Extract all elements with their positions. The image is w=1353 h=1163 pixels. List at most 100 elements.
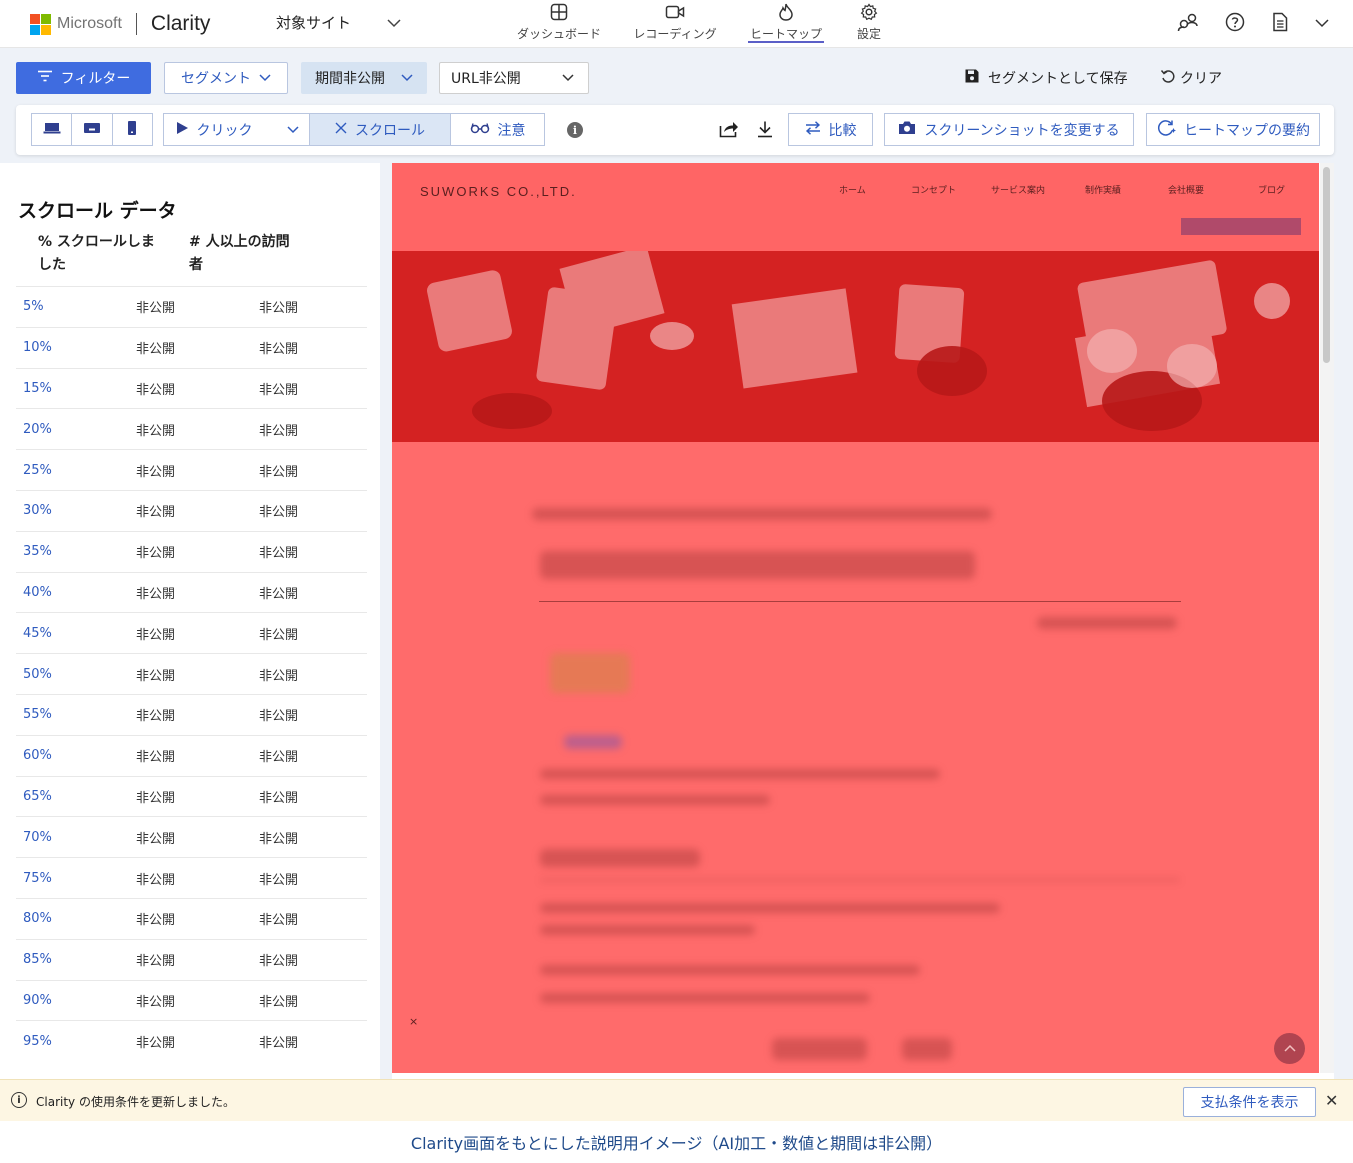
nav-dashboard[interactable]: ダッシュボード	[500, 0, 618, 48]
filter-button[interactable]: フィルター	[16, 62, 151, 94]
segment-dropdown[interactable]: セグメント	[164, 62, 288, 94]
scroll-percent: 25%	[23, 462, 52, 478]
table-row: 50% 非公開 非公開	[16, 653, 367, 694]
blurred-button	[902, 1038, 952, 1060]
share-people-icon[interactable]	[1177, 12, 1199, 36]
column-header-percent: % スクロールしました	[38, 234, 155, 273]
visitors-count: 非公開	[136, 505, 176, 521]
save-segment-button[interactable]: セグメントとして保存	[964, 68, 1128, 88]
scroll-mode-button[interactable]: スクロール	[310, 114, 451, 145]
notice-text: Clarity の使用条件を更新しました。	[36, 1095, 235, 1109]
scroll-percent: 20%	[23, 421, 52, 437]
document-icon[interactable]	[1271, 12, 1289, 36]
compare-button[interactable]: 比較	[788, 113, 873, 146]
close-icon	[335, 122, 347, 138]
notice-bar: i Clarity の使用条件を更新しました。 支払条件を表示 ✕	[0, 1079, 1353, 1121]
change-screenshot-button[interactable]: スクリーンショットを変更する	[884, 113, 1134, 146]
clear-button[interactable]: クリア	[1160, 68, 1222, 88]
visitors-count: 非公開	[136, 790, 176, 806]
scroll-percent: 5%	[23, 299, 44, 315]
table-row: 55% 非公開 非公開	[16, 693, 367, 735]
table-row: 75% 非公開 非公開	[16, 857, 367, 898]
blurred-breadcrumb	[532, 508, 992, 520]
chevron-down-icon	[286, 122, 299, 138]
clear-label: クリア	[1180, 71, 1222, 87]
visitors-count: 非公開	[136, 627, 176, 643]
preview-scrollbar[interactable]	[1320, 163, 1334, 1073]
nav-recordings-label: レコーディング	[633, 27, 717, 41]
chevron-down-icon	[387, 14, 401, 32]
main-nav: ダッシュボード レコーディング ヒートマップ 設定	[500, 0, 894, 48]
visitors-count: 非公開	[136, 668, 176, 684]
view-terms-button[interactable]: 支払条件を表示	[1183, 1087, 1316, 1117]
chevron-down-icon[interactable]	[1315, 17, 1329, 32]
save-segment-label: セグメントとして保存	[988, 71, 1128, 87]
table-row: 5% 非公開 非公開	[16, 286, 367, 327]
tablet-icon	[83, 121, 101, 139]
nav-heatmaps[interactable]: ヒートマップ	[748, 0, 824, 48]
visitors-percent: 非公開	[259, 301, 299, 317]
info-icon[interactable]: i	[567, 122, 583, 138]
save-icon	[964, 68, 980, 88]
visitors-count: 非公開	[136, 872, 176, 888]
help-icon[interactable]	[1225, 12, 1245, 36]
click-mode-button[interactable]: クリック	[164, 114, 310, 145]
preview-nav-item: コンセプト	[911, 186, 957, 196]
close-icon[interactable]: ×	[409, 1015, 418, 1028]
microsoft-logo[interactable]: Microsoft Clarity	[30, 12, 210, 36]
table-row: 40% 非公開 非公開	[16, 571, 367, 613]
right-gutter	[1334, 163, 1353, 1079]
visitors-percent: 非公開	[259, 831, 299, 847]
tablet-device-button[interactable]	[72, 114, 113, 145]
visitors-percent: 非公開	[259, 913, 299, 929]
desktop-icon	[43, 121, 61, 139]
download-icon[interactable]	[756, 120, 774, 142]
dashboard-icon	[549, 2, 569, 22]
visitors-percent: 非公開	[259, 994, 299, 1010]
heatmap-summary-button[interactable]: ヒートマップの要約	[1146, 113, 1320, 146]
blurred-button	[772, 1038, 867, 1060]
blurred-text-line	[540, 903, 1000, 913]
visitors-percent: 非公開	[259, 627, 299, 643]
panel-title: スクロール データ	[18, 200, 177, 222]
site-selector[interactable]: 対象サイト	[276, 12, 401, 33]
table-row: 70% 非公開 非公開	[16, 816, 367, 857]
mobile-icon	[127, 120, 137, 140]
nav-recordings[interactable]: レコーディング	[618, 0, 732, 48]
brand-name: Microsoft	[57, 15, 122, 32]
heatmap-preview[interactable]: SUWORKS CO.,LTD. ホーム コンセプト サービス案内 制作実績 会…	[392, 163, 1319, 1073]
scroll-percent: 10%	[23, 340, 52, 356]
product-name: Clarity	[150, 12, 211, 35]
table-row: 10% 非公開 非公開	[16, 326, 367, 368]
period-dropdown[interactable]: 期間非公開	[301, 62, 427, 94]
scroll-percent: 60%	[23, 748, 52, 764]
visitors-count: 非公開	[136, 546, 176, 562]
preview-nav-item: ブログ	[1258, 186, 1286, 196]
desktop-device-button[interactable]	[32, 114, 73, 145]
share-icon[interactable]	[719, 120, 739, 142]
visitors-count: 非公開	[136, 301, 176, 317]
filter-bar: フィルター セグメント 期間非公開 URL非公開 セグメントとして保存 クリア	[0, 48, 1353, 163]
visitors-percent: 非公開	[259, 668, 299, 684]
close-icon[interactable]: ✕	[1325, 1091, 1338, 1110]
visitors-percent: 非公開	[259, 464, 299, 480]
table-row: 80% 非公開 非公開	[16, 897, 367, 939]
preview-site-header: SUWORKS CO.,LTD. ホーム コンセプト サービス案内 制作実績 会…	[392, 163, 1319, 251]
microsoft-logo-icon	[30, 13, 51, 35]
visitors-percent: 非公開	[259, 709, 299, 725]
scrollbar-thumb[interactable]	[1323, 167, 1330, 363]
nav-settings[interactable]: 設定	[844, 0, 894, 48]
scroll-top-button[interactable]	[1274, 1033, 1305, 1064]
undo-icon	[1160, 68, 1176, 88]
refresh-sparkle-icon	[1156, 119, 1176, 141]
mobile-device-button[interactable]	[113, 114, 152, 145]
nav-dashboard-label: ダッシュボード	[516, 27, 601, 41]
table-row: 25% 非公開 非公開	[16, 449, 367, 490]
blurred-image	[550, 653, 630, 693]
attention-mode-button[interactable]: 注意	[451, 114, 544, 145]
attention-mode-label: 注意	[497, 122, 526, 139]
table-row: 95% 非公開 非公開	[16, 1020, 367, 1061]
url-dropdown[interactable]: URL非公開	[439, 62, 589, 94]
blurred-tag	[564, 735, 622, 749]
table-row: 45% 非公開 非公開	[16, 612, 367, 653]
